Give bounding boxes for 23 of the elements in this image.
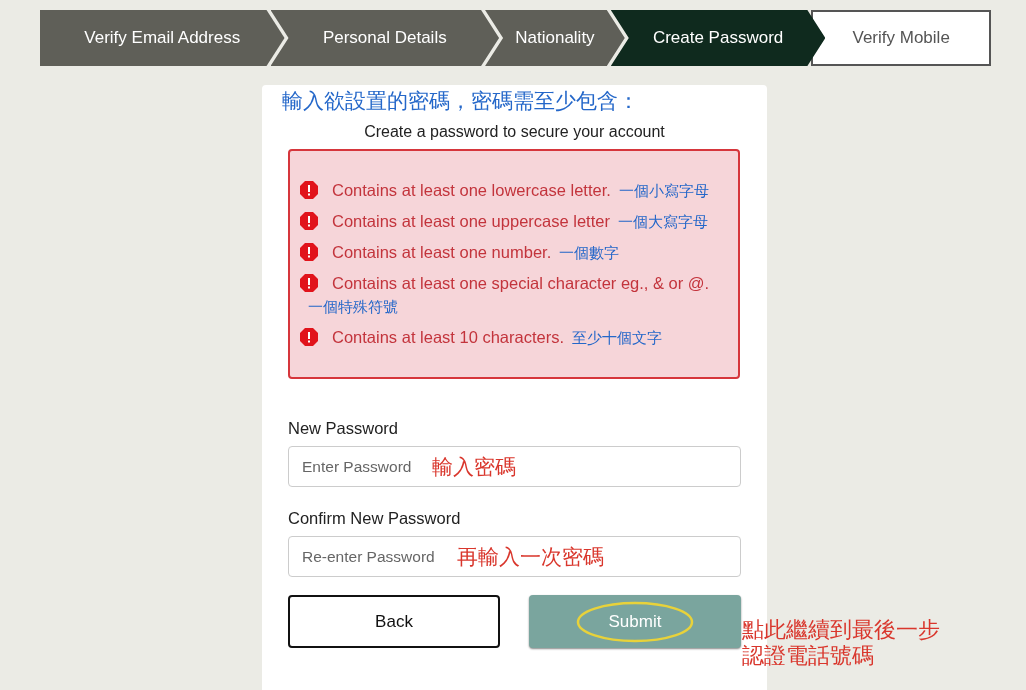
annotation-text: 一個大寫字母 — [617, 213, 708, 230]
requirement-text: Contains at least 10 characters. — [332, 328, 565, 346]
requirement-text: Contains at least one special character eg., & or @. — [332, 274, 710, 292]
back-button[interactable]: Back — [288, 595, 500, 648]
requirement-text: Contains at least one number. — [332, 243, 552, 261]
annotation-text: 再輸入一次密碼 — [456, 544, 604, 570]
field-label: New Password — [288, 419, 399, 438]
step-tab[interactable]: Nationality — [485, 10, 625, 66]
step-tab[interactable]: Personal Details — [270, 10, 500, 66]
annotation-text: 一個數字 — [559, 244, 620, 261]
field-label: Confirm New Password — [288, 509, 461, 528]
step-tab[interactable]: Verify Email Address — [40, 10, 285, 66]
requirement-text: Contains at least one lowercase letter. — [332, 181, 611, 199]
form-subtitle: Create a password to secure your account — [364, 123, 665, 141]
annotation-text: 一個小寫字母 — [618, 182, 709, 199]
annotation-text: 點此繼續到最後一步認證電話號碼 — [742, 617, 941, 669]
step-tab[interactable]: Create Password — [610, 10, 826, 66]
step-tab[interactable]: Verify Mobile — [811, 10, 991, 66]
requirement-text: Contains at least one uppercase letter — [332, 212, 610, 230]
annotation-text: 至少十個文字 — [572, 329, 663, 346]
annotation-text: 輸入密碼 — [431, 454, 516, 480]
annotation-text: 輸入欲設置的密碼，密碼需至少包含： — [282, 88, 639, 114]
annotation-text: 一個特殊符號 — [308, 298, 398, 315]
